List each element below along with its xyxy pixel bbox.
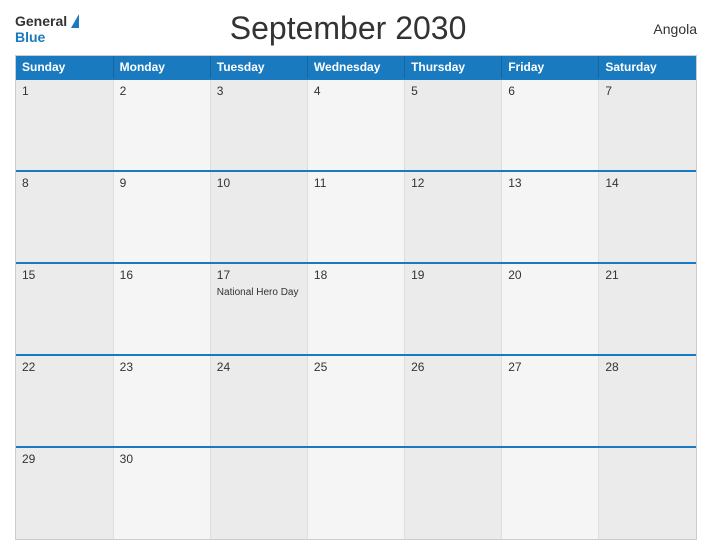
day-cell-w2-d6: 13: [502, 171, 599, 263]
day-number: 4: [314, 84, 398, 98]
day-number: 6: [508, 84, 592, 98]
day-cell-w3-d6: 20: [502, 263, 599, 355]
day-number: 27: [508, 360, 592, 374]
day-number: 23: [120, 360, 204, 374]
day-number: 2: [120, 84, 204, 98]
day-cell-w4-d3: 24: [210, 355, 307, 447]
day-cell-w3-d7: 21: [599, 263, 696, 355]
day-number: 11: [314, 176, 398, 190]
day-cell-w2-d2: 9: [113, 171, 210, 263]
day-cell-w5-d6: [502, 447, 599, 539]
day-cell-w5-d1: 29: [16, 447, 113, 539]
day-number: 24: [217, 360, 301, 374]
logo-triangle-icon: [71, 14, 79, 28]
logo-general-text: General: [15, 13, 67, 29]
header-friday: Friday: [502, 56, 599, 79]
day-number: 21: [605, 268, 690, 282]
day-cell-w1-d2: 2: [113, 79, 210, 171]
header-tuesday: Tuesday: [210, 56, 307, 79]
day-cell-w2-d3: 10: [210, 171, 307, 263]
header-monday: Monday: [113, 56, 210, 79]
header: General Blue September 2030 Angola: [15, 10, 697, 47]
day-cell-w1-d1: 1: [16, 79, 113, 171]
header-wednesday: Wednesday: [307, 56, 404, 79]
week-row-3: 15 16 17 National Hero Day 18 19 20 21: [16, 263, 696, 355]
day-number: 3: [217, 84, 301, 98]
day-cell-w5-d7: [599, 447, 696, 539]
day-cell-w1-d5: 5: [405, 79, 502, 171]
header-sunday: Sunday: [16, 56, 113, 79]
day-cell-w3-d5: 19: [405, 263, 502, 355]
day-number: 8: [22, 176, 107, 190]
day-cell-w3-d1: 15: [16, 263, 113, 355]
day-number: 30: [120, 452, 204, 466]
day-number: 29: [22, 452, 107, 466]
day-number: 9: [120, 176, 204, 190]
day-cell-w2-d5: 12: [405, 171, 502, 263]
day-cell-w1-d6: 6: [502, 79, 599, 171]
day-cell-w2-d4: 11: [307, 171, 404, 263]
calendar-title: September 2030: [79, 10, 617, 47]
day-cell-w4-d1: 22: [16, 355, 113, 447]
day-cell-w5-d4: [307, 447, 404, 539]
day-cell-w4-d4: 25: [307, 355, 404, 447]
country-label: Angola: [617, 21, 697, 37]
day-cell-w1-d3: 3: [210, 79, 307, 171]
day-number: 13: [508, 176, 592, 190]
day-number: 14: [605, 176, 690, 190]
day-number: 28: [605, 360, 690, 374]
week-row-1: 1234567: [16, 79, 696, 171]
holiday-label: National Hero Day: [217, 287, 299, 298]
day-cell-w1-d7: 7: [599, 79, 696, 171]
day-number: 26: [411, 360, 495, 374]
day-number: 1: [22, 84, 107, 98]
day-number: 7: [605, 84, 690, 98]
day-cell-w4-d2: 23: [113, 355, 210, 447]
logo: General Blue: [15, 13, 79, 45]
day-number: 18: [314, 268, 398, 282]
day-number: 17: [217, 268, 301, 282]
calendar-grid: Sunday Monday Tuesday Wednesday Thursday…: [15, 55, 697, 540]
week-row-5: 29 30: [16, 447, 696, 539]
day-number: 16: [120, 268, 204, 282]
day-cell-w3-d3: 17 National Hero Day: [210, 263, 307, 355]
day-header-row: Sunday Monday Tuesday Wednesday Thursday…: [16, 56, 696, 79]
day-cell-w2-d7: 14: [599, 171, 696, 263]
day-number: 19: [411, 268, 495, 282]
day-cell-w4-d7: 28: [599, 355, 696, 447]
calendar-page: General Blue September 2030 Angola Sunda…: [0, 0, 712, 550]
day-cell-w5-d5: [405, 447, 502, 539]
logo-blue-text: Blue: [15, 29, 45, 45]
day-cell-w3-d2: 16: [113, 263, 210, 355]
header-thursday: Thursday: [405, 56, 502, 79]
week-row-2: 89 10 11 12 13 14: [16, 171, 696, 263]
day-number: 20: [508, 268, 592, 282]
day-number: 12: [411, 176, 495, 190]
day-number: 25: [314, 360, 398, 374]
day-cell-w4-d6: 27: [502, 355, 599, 447]
header-saturday: Saturday: [599, 56, 696, 79]
day-cell-w5-d3: [210, 447, 307, 539]
day-number: 15: [22, 268, 107, 282]
day-cell-w2-d1: 8: [16, 171, 113, 263]
day-cell-w5-d2: 30: [113, 447, 210, 539]
day-number: 5: [411, 84, 495, 98]
day-number: 10: [217, 176, 301, 190]
day-number: 22: [22, 360, 107, 374]
day-cell-w4-d5: 26: [405, 355, 502, 447]
week-row-4: 22 23 24 25 26 27 28: [16, 355, 696, 447]
day-cell-w3-d4: 18: [307, 263, 404, 355]
day-cell-w1-d4: 4: [307, 79, 404, 171]
